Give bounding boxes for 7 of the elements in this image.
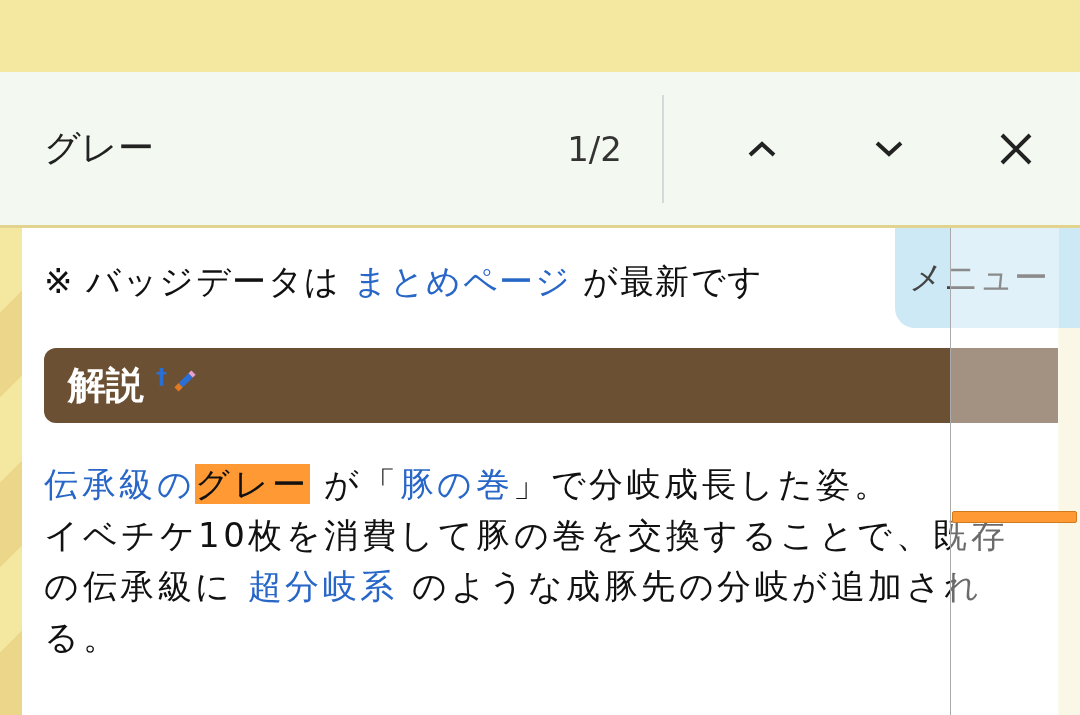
summary-page-link[interactable]: まとめページ: [353, 261, 572, 301]
match-count: 1/2: [567, 128, 623, 169]
section-title: 解説: [68, 362, 144, 409]
wiki-link[interactable]: 超分岐系: [247, 566, 398, 606]
wiki-link[interactable]: 豚の巻: [399, 464, 514, 504]
wiki-link[interactable]: 伝承級の: [44, 464, 195, 504]
find-field[interactable]: グレー: [44, 128, 508, 169]
